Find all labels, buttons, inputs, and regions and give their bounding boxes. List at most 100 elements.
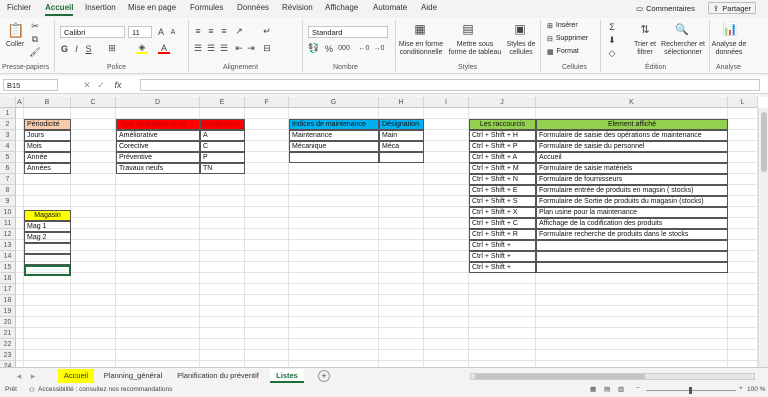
row-header[interactable]: 16 bbox=[0, 273, 16, 284]
sheet-tab-planning[interactable]: Planning_général bbox=[100, 369, 166, 383]
element-cell[interactable]: Formulaire recherche de produits dans le… bbox=[536, 229, 728, 240]
thousands-button[interactable]: 000 bbox=[337, 43, 351, 54]
shortcut-cell[interactable]: Ctrl + Shift + E bbox=[469, 185, 536, 196]
column-header[interactable]: E bbox=[200, 97, 245, 108]
paste-button[interactable]: Coller bbox=[6, 41, 24, 48]
format-painter-icon[interactable]: 🖌 bbox=[29, 47, 40, 57]
element-affiche-header[interactable]: Element affiché bbox=[536, 119, 728, 130]
row-header[interactable]: 19 bbox=[0, 306, 16, 317]
column-header[interactable]: H bbox=[379, 97, 424, 108]
analyze-data-icon[interactable]: 📊 bbox=[722, 21, 738, 37]
column-header[interactable]: D bbox=[116, 97, 200, 108]
tab-automate[interactable]: Automate bbox=[373, 3, 407, 12]
type-cell[interactable]: Améliorative bbox=[116, 130, 200, 141]
spreadsheet-grid[interactable]: ABCDEFGHIJKL 1 2 3 4 5 6 7 8 9 10 11 12 13 14 15 16 17 18… bbox=[0, 97, 768, 367]
zoom-slider[interactable] bbox=[646, 387, 736, 394]
tab-mise-en-page[interactable]: Mise en page bbox=[128, 3, 176, 12]
magasin-item[interactable] bbox=[24, 254, 71, 265]
row-header[interactable]: 9 bbox=[0, 196, 16, 207]
raccourcis-header[interactable]: Les raccourcis bbox=[469, 119, 536, 130]
row-header[interactable]: 12 bbox=[0, 229, 16, 240]
element-cell[interactable]: Formulaire entrée de produits en magsin … bbox=[536, 185, 728, 196]
indices-header[interactable]: Indices de maintenance bbox=[289, 119, 379, 130]
name-box[interactable]: B15 bbox=[3, 79, 58, 91]
cell-styles-icon[interactable]: ▣ bbox=[512, 21, 528, 37]
conditional-format-icon[interactable]: ▦ bbox=[412, 21, 428, 37]
font-name-select[interactable]: Calibri bbox=[60, 26, 125, 38]
sort-filter-button[interactable]: Trier et filtrer bbox=[628, 41, 662, 57]
shortcut-cell[interactable]: Ctrl + Shift + M bbox=[469, 163, 536, 174]
element-cell[interactable]: Formulaire de fournisseurs bbox=[536, 174, 728, 185]
element-cell[interactable]: Affichage de la codification des produit… bbox=[536, 218, 728, 229]
conditional-format-button[interactable]: Mise en forme conditionnelle bbox=[398, 41, 444, 57]
font-color-icon[interactable]: A bbox=[158, 43, 170, 54]
number-format-select[interactable]: Standard bbox=[308, 26, 388, 38]
sigma-button[interactable]: Σ bbox=[606, 22, 618, 32]
row-header[interactable]: 15 bbox=[0, 262, 16, 273]
sheet-tab-planification[interactable]: Planification du préventif bbox=[170, 369, 266, 383]
element-cell[interactable] bbox=[536, 240, 728, 251]
column-header[interactable]: I bbox=[424, 97, 469, 108]
column-header[interactable]: C bbox=[71, 97, 116, 108]
type-maintenance-header[interactable]: Type de maintenance bbox=[116, 119, 200, 130]
row-header[interactable]: 13 bbox=[0, 240, 16, 251]
cancel-icon[interactable]: ✕ bbox=[82, 79, 92, 91]
shortcut-cell[interactable]: Ctrl + Shift + P bbox=[469, 141, 536, 152]
periodicite-header[interactable]: Périodicité bbox=[24, 119, 71, 130]
delete-button[interactable]: ⊟ Supprimer bbox=[547, 35, 588, 43]
cut-icon[interactable]: ✂ bbox=[30, 21, 40, 31]
align-bottom-icon[interactable]: ≡ bbox=[219, 26, 229, 36]
row-header[interactable]: 22 bbox=[0, 339, 16, 350]
tab-insertion[interactable]: Insertion bbox=[85, 3, 116, 12]
designation-cell[interactable]: A bbox=[200, 130, 245, 141]
find-select-button[interactable]: Rechercher et sélectionner bbox=[660, 41, 706, 57]
zoom-thumb[interactable] bbox=[689, 387, 692, 394]
tab-fichier[interactable]: Fichier bbox=[7, 3, 31, 12]
row-header[interactable]: 10 bbox=[0, 207, 16, 218]
sort-filter-icon[interactable]: ⇅ bbox=[638, 21, 652, 37]
column-header[interactable]: F bbox=[245, 97, 289, 108]
fill-color-icon[interactable]: ◈ bbox=[136, 42, 148, 54]
decrease-font-icon[interactable]: A bbox=[168, 26, 178, 38]
type-cell[interactable]: Travaux neufs bbox=[116, 163, 200, 174]
tab-formules[interactable]: Formules bbox=[190, 3, 223, 12]
align-left-icon[interactable]: ☰ bbox=[193, 43, 203, 53]
format-table-button[interactable]: Mettre sous forme de tableau bbox=[448, 41, 502, 57]
format-button[interactable]: ▦ Format bbox=[547, 48, 579, 56]
select-all-corner[interactable] bbox=[0, 97, 16, 108]
align-center-icon[interactable]: ☰ bbox=[206, 43, 216, 53]
sheet-tab-accueil[interactable]: Accueil bbox=[58, 369, 94, 383]
row-header[interactable]: 1 bbox=[0, 108, 16, 119]
periodicite-item[interactable]: Années bbox=[24, 163, 71, 174]
font-size-select[interactable]: 11 bbox=[128, 26, 152, 38]
magasin-item[interactable]: Mag 2 bbox=[24, 232, 71, 243]
magasin-item[interactable] bbox=[24, 243, 71, 254]
element-cell[interactable] bbox=[536, 262, 728, 273]
indices-designation-cell[interactable]: Main bbox=[379, 130, 424, 141]
indices-cell[interactable]: Mécanique bbox=[289, 141, 379, 152]
comments-button[interactable]: ▭ Commentaires bbox=[636, 2, 695, 14]
row-header[interactable]: 7 bbox=[0, 174, 16, 185]
zoom-out-icon[interactable]: − bbox=[636, 385, 640, 392]
shortcut-cell[interactable]: Ctrl + Shift + R bbox=[469, 229, 536, 240]
indices-cell[interactable]: Maintenance bbox=[289, 130, 379, 141]
magasin-header[interactable]: Magasin bbox=[24, 210, 71, 221]
sheet-tab-listes[interactable]: Listes bbox=[270, 369, 304, 383]
row-header[interactable]: 18 bbox=[0, 295, 16, 306]
copy-icon[interactable]: ⧉ bbox=[30, 34, 40, 44]
paste-icon[interactable]: 📋 bbox=[7, 20, 25, 40]
periodicite-item[interactable]: Mois bbox=[24, 141, 71, 152]
decrease-decimal-icon[interactable]: →0 bbox=[373, 43, 385, 54]
indices-cell[interactable] bbox=[289, 152, 379, 163]
shortcut-cell[interactable]: Ctrl + Shift + A bbox=[469, 152, 536, 163]
element-cell[interactable]: Plan usine pour la maintenance bbox=[536, 207, 728, 218]
column-header[interactable]: K bbox=[536, 97, 728, 108]
indices-designation-header[interactable]: Désignation bbox=[379, 119, 424, 130]
clear-icon[interactable]: ◇ bbox=[606, 48, 618, 58]
column-header[interactable]: L bbox=[728, 97, 758, 108]
designation-cell[interactable]: C bbox=[200, 141, 245, 152]
indices-designation-cell[interactable] bbox=[379, 152, 424, 163]
vertical-scrollbar[interactable] bbox=[758, 108, 768, 367]
horizontal-scrollbar[interactable] bbox=[470, 373, 755, 380]
insert-button[interactable]: ⊞ Insérer bbox=[547, 22, 578, 30]
